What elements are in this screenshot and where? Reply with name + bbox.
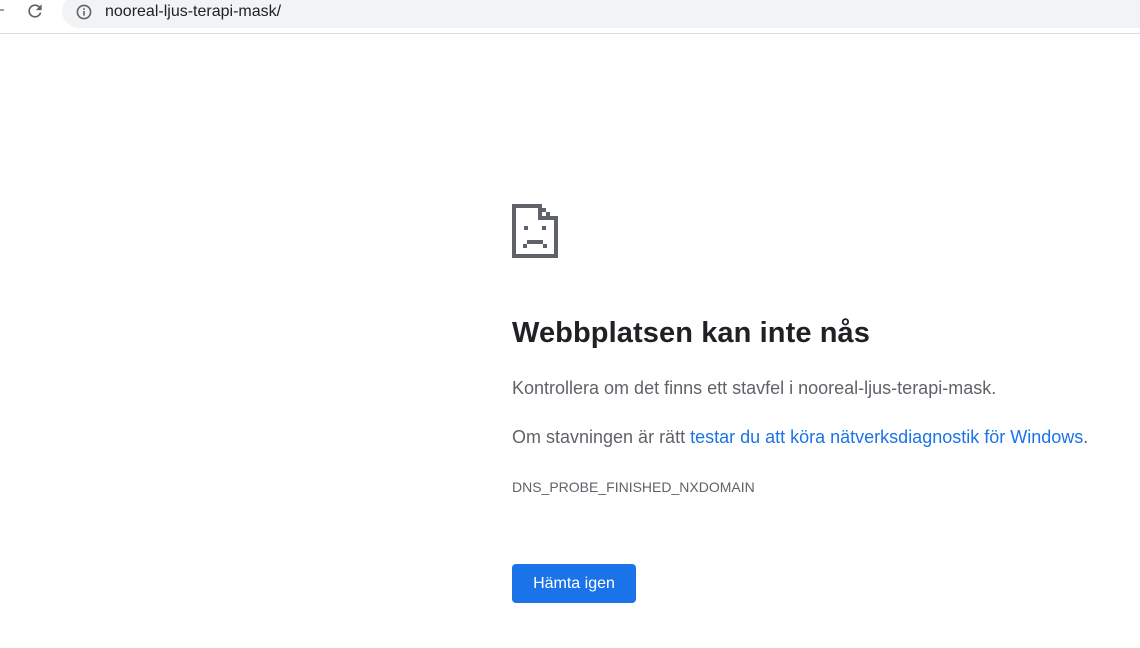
browser-toolbar: nooreal-ljus-terapi-mask/ — [0, 0, 1140, 34]
back-button-edge[interactable] — [0, 9, 4, 15]
sad-page-icon — [512, 204, 558, 258]
address-bar[interactable]: nooreal-ljus-terapi-mask/ — [62, 0, 1140, 28]
reload-toolbar-button[interactable] — [22, 0, 48, 26]
diagnostics-prefix: Om stavningen är rätt — [512, 427, 691, 447]
error-title: Webbplatsen kan inte nås — [512, 317, 871, 349]
error-code: DNS_PROBE_FINISHED_NXDOMAIN — [512, 479, 755, 495]
diagnostics-suggestion: Om stavningen är rätt testar du att köra… — [512, 427, 1088, 448]
url-text[interactable]: nooreal-ljus-terapi-mask/ — [105, 3, 281, 21]
diagnostics-suffix: . — [1083, 427, 1089, 447]
spelling-suggestion: Kontrollera om det finns ett stavfel i n… — [512, 378, 997, 398]
reload-button[interactable]: Hämta igen — [512, 564, 636, 603]
network-diagnostics-link[interactable]: testar du att köra nätverksdiagnostik fö… — [690, 427, 1083, 447]
reload-icon — [25, 1, 45, 26]
info-icon[interactable] — [76, 4, 92, 20]
